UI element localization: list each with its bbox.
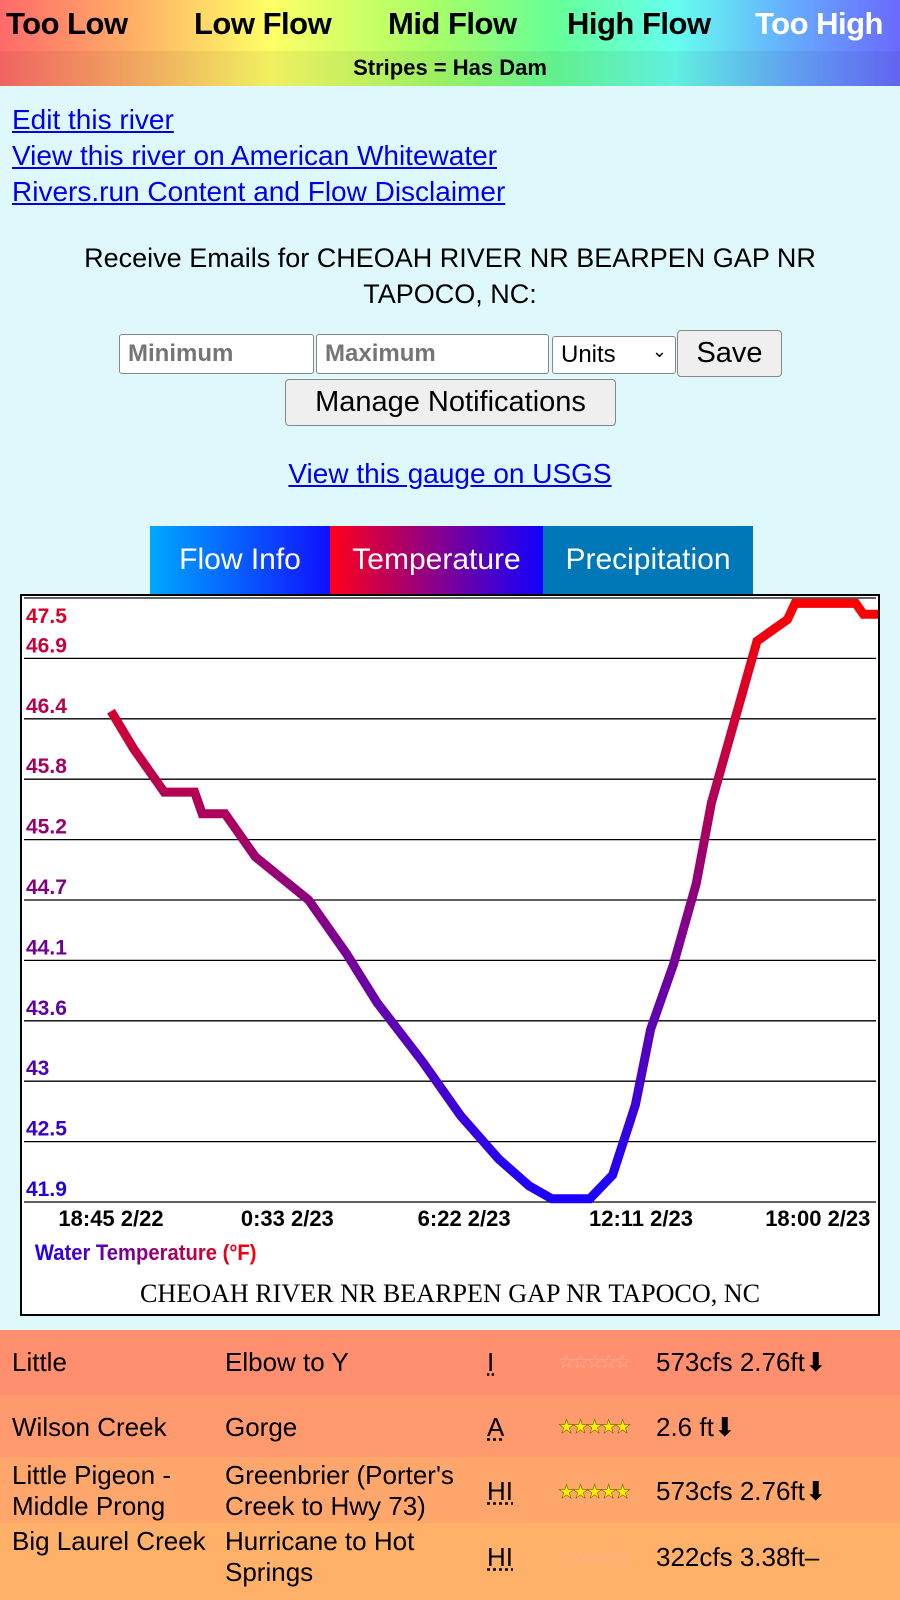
river-section: Hurricane to Hot Springs bbox=[225, 1526, 415, 1587]
manage-notifications-button[interactable]: Manage Notifications bbox=[285, 379, 616, 426]
flow-value: 573cfs 2.76ft bbox=[656, 1347, 805, 1377]
river-flow: 322cfs 3.38ft– bbox=[656, 1542, 819, 1573]
river-section: Gorge bbox=[225, 1412, 298, 1442]
river-class[interactable]: A bbox=[487, 1412, 504, 1443]
tab-precipitation[interactable]: Precipitation bbox=[543, 526, 753, 595]
flow-value: 322cfs 3.38ft bbox=[656, 1542, 805, 1572]
x-tick-label: 12:11 2/23 bbox=[589, 1206, 693, 1231]
temperature-series-line bbox=[107, 598, 894, 1204]
legend-low-flow: Low Flow bbox=[194, 6, 332, 41]
river-flow: 573cfs 2.76ft⬇ bbox=[656, 1476, 827, 1507]
y-tick-label: 45.2 bbox=[26, 816, 67, 839]
rating-stars-icon: ★★★★★ bbox=[558, 1482, 632, 1504]
river-flow: 2.6 ft⬇ bbox=[656, 1412, 736, 1443]
flow-value: 2.6 ft bbox=[656, 1412, 714, 1442]
units-select[interactable]: Units ⌄ bbox=[552, 336, 676, 374]
river-row[interactable]: Little Pigeon - Middle Prong Greenbrier … bbox=[0, 1457, 900, 1523]
x-tick-label: 6:22 2/23 bbox=[418, 1206, 511, 1231]
steady-icon: – bbox=[804, 1542, 820, 1572]
y-tick-label: 46.9 bbox=[26, 634, 67, 657]
y-tick-label: 47.5 bbox=[26, 605, 67, 628]
river-name: Wilson Creek bbox=[12, 1412, 167, 1442]
rating-stars-icon: ☆☆☆☆☆ bbox=[558, 1352, 631, 1373]
temperature-chart: 47.5 46.9 46.4 45.8 45.2 44.7 44.1 43.6 43 42.5 41… bbox=[20, 594, 894, 1316]
y-tick-label: 41.9 bbox=[26, 1178, 67, 1201]
y-tick-label: 44.7 bbox=[26, 876, 67, 899]
legend-high-flow: High Flow bbox=[567, 6, 711, 41]
save-button[interactable]: Save bbox=[677, 330, 782, 377]
y-tick-label: 45.8 bbox=[26, 755, 67, 778]
edit-river-link[interactable]: Edit this river bbox=[12, 102, 505, 138]
flow-value: 573cfs 2.76ft bbox=[656, 1476, 805, 1506]
x-tick-label: 0:33 2/23 bbox=[241, 1206, 334, 1231]
american-whitewater-link[interactable]: View this river on American Whitewater bbox=[12, 138, 505, 174]
river-row[interactable]: Big Laurel Creek Hurricane to Hot Spring… bbox=[0, 1523, 900, 1600]
x-tick-label: 18:00 2/23 bbox=[765, 1206, 870, 1231]
river-name: Big Laurel Creek bbox=[12, 1526, 206, 1556]
river-name: Little bbox=[12, 1347, 67, 1377]
river-class[interactable]: HI bbox=[487, 1542, 513, 1573]
river-section: Greenbrier (Porter's Creek to Hwy 73) bbox=[225, 1460, 454, 1521]
usgs-gauge-link[interactable]: View this gauge on USGS bbox=[288, 458, 611, 489]
river-flow: 573cfs 2.76ft⬇ bbox=[656, 1347, 827, 1378]
email-heading: Receive Emails for CHEOAH RIVER NR BEARP… bbox=[84, 243, 816, 309]
legend-too-high: Too High bbox=[755, 6, 884, 41]
y-tick-label: 46.4 bbox=[26, 695, 67, 718]
tab-flow-info[interactable]: Flow Info bbox=[150, 526, 330, 595]
river-class[interactable]: HI bbox=[487, 1476, 513, 1507]
arrow-down-icon: ⬇ bbox=[804, 1476, 827, 1506]
rating-stars-icon: ☆☆☆☆☆ bbox=[558, 1548, 631, 1569]
chart-title: CHEOAH RIVER NR BEARPEN GAP NR TAPOCO, N… bbox=[140, 1279, 760, 1308]
tab-temperature[interactable]: Temperature bbox=[330, 526, 543, 595]
flow-color-legend: Too Low Low Flow Mid Flow High Flow Too … bbox=[0, 0, 900, 86]
river-class[interactable]: I bbox=[487, 1347, 494, 1378]
river-name: Little Pigeon - Middle Prong bbox=[12, 1460, 171, 1521]
arrow-down-icon: ⬇ bbox=[804, 1347, 827, 1377]
y-tick-label: 43.6 bbox=[26, 997, 67, 1020]
river-row[interactable]: Wilson Creek Gorge A ★★★★★ 2.6 ft⬇ bbox=[0, 1395, 900, 1457]
legend-too-low: Too Low bbox=[6, 6, 128, 41]
river-row[interactable]: Little Elbow to Y I ☆☆☆☆☆ 573cfs 2.76ft⬇ bbox=[0, 1330, 900, 1395]
y-tick-label: 42.5 bbox=[26, 1118, 67, 1141]
disclaimer-link[interactable]: Rivers.run Content and Flow Disclaimer bbox=[12, 174, 505, 210]
arrow-down-icon: ⬇ bbox=[713, 1412, 736, 1442]
legend-dam-note: Stripes = Has Dam bbox=[0, 51, 900, 86]
y-tick-label: 43 bbox=[26, 1057, 49, 1080]
y-tick-label: 44.1 bbox=[26, 936, 67, 959]
x-tick-label: 18:45 2/22 bbox=[58, 1206, 163, 1231]
maximum-input[interactable] bbox=[316, 334, 549, 374]
chevron-down-icon: ⌄ bbox=[651, 341, 667, 361]
units-value: Units bbox=[561, 341, 616, 368]
minimum-input[interactable] bbox=[119, 334, 314, 374]
legend-mid-flow: Mid Flow bbox=[388, 6, 517, 41]
series-legend: Water Temperature (°F) bbox=[35, 1241, 257, 1265]
rating-stars-icon: ★★★★★ bbox=[558, 1417, 632, 1439]
chart-svg: 47.5 46.9 46.4 45.8 45.2 44.7 44.1 43.6 43 42.5 41… bbox=[24, 597, 894, 1308]
river-section: Elbow to Y bbox=[225, 1347, 349, 1377]
